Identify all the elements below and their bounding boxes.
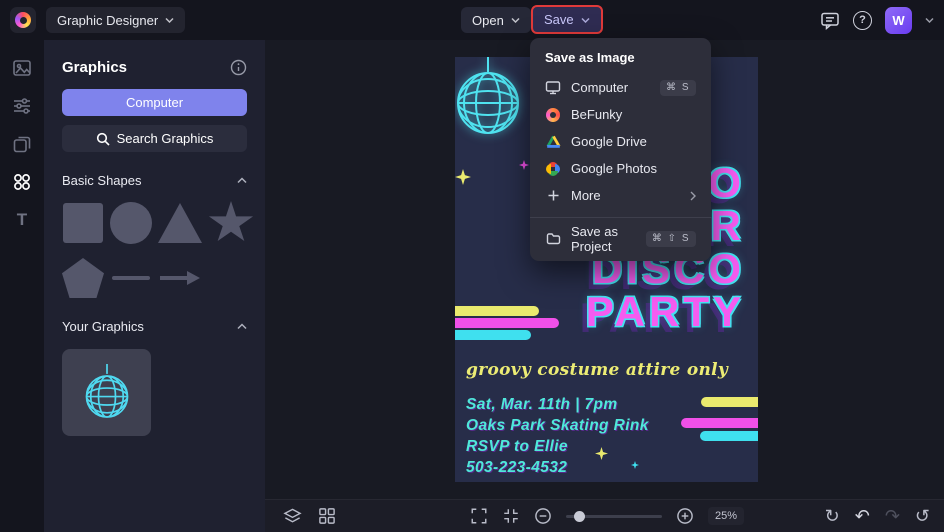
rail-text-icon[interactable]: T <box>11 209 33 231</box>
zoom-slider[interactable] <box>566 510 662 522</box>
shape-circle[interactable] <box>110 202 152 244</box>
rail-graphics-icon[interactable] <box>11 171 33 193</box>
rail-edit-sliders-icon[interactable] <box>11 95 33 117</box>
stripe-graphic[interactable] <box>681 418 758 428</box>
befunky-logo-icon <box>15 12 31 28</box>
user-avatar[interactable]: W <box>885 6 912 34</box>
poster-details-text[interactable]: Sat, Mar. 11th | 7pm Oaks Park Skating R… <box>466 394 649 478</box>
menu-item-label: More <box>571 188 601 203</box>
basic-shapes-label: Basic Shapes <box>62 173 142 188</box>
poster-detail-line: Oaks Park Skating Rink <box>466 417 649 434</box>
panel-title: Graphics <box>62 59 128 76</box>
your-graphics-disco-ball-thumbnail[interactable] <box>62 349 151 436</box>
bottom-toolbar: 25% ↻ ↶ ↷ ↺ <box>265 499 944 532</box>
stripe-graphic[interactable] <box>701 397 758 407</box>
account-chevron-down-icon[interactable] <box>925 17 934 23</box>
rail-overlays-icon[interactable] <box>11 133 33 155</box>
canvas-grid-icon[interactable] <box>318 507 336 525</box>
stripe-graphic[interactable] <box>700 431 758 441</box>
menu-item-label: Computer <box>571 80 629 95</box>
menu-item-befunky[interactable]: BeFunky <box>530 101 711 128</box>
layers-icon[interactable] <box>283 507 302 526</box>
menu-item-computer[interactable]: Computer ⌘ S <box>530 74 711 101</box>
chevron-down-icon <box>511 17 520 23</box>
tool-rail: T <box>0 40 44 532</box>
fullscreen-icon[interactable] <box>470 507 488 525</box>
top-bar: Graphic Designer Open Save ? W <box>0 0 944 40</box>
zoom-out-icon[interactable] <box>534 507 552 525</box>
shortcut-badge: ⌘ ⇧ S <box>645 230 696 247</box>
menu-item-label: BeFunky <box>571 107 623 122</box>
poster-detail-line: 503-223-4532 <box>466 459 568 476</box>
menu-item-label: Google Drive <box>571 134 647 149</box>
menu-item-save-as-project[interactable]: Save as Project ⌘ ⇧ S <box>530 223 711 254</box>
disco-ball-graphic[interactable] <box>456 57 520 139</box>
chevron-down-icon <box>581 17 590 23</box>
shape-pentagon[interactable] <box>62 258 104 298</box>
shape-star[interactable] <box>208 201 254 242</box>
sparkle-graphic[interactable] <box>455 169 471 185</box>
app-switcher-label: Graphic Designer <box>57 12 159 28</box>
shape-triangle[interactable] <box>158 203 202 243</box>
history-icon[interactable]: ↺ <box>915 507 930 525</box>
poster-title-line: PARTY <box>585 288 745 335</box>
poster-script-text[interactable]: groovy costume attire only <box>466 360 728 380</box>
collapse-chevron-up-icon[interactable] <box>237 323 247 330</box>
search-icon <box>96 132 110 146</box>
feedback-comment-icon[interactable] <box>820 11 840 30</box>
menu-item-google-photos[interactable]: Google Photos <box>530 155 711 182</box>
shape-arrow[interactable] <box>160 271 200 285</box>
zoom-in-icon[interactable] <box>676 507 694 525</box>
top-bar-right: ? W <box>820 0 934 40</box>
open-button[interactable]: Open <box>461 7 531 33</box>
graphics-panel: Graphics Computer Search Graphics Basic … <box>44 40 265 532</box>
poster-detail-line: RSVP to Ellie <box>466 438 568 455</box>
stripe-graphic[interactable] <box>455 318 559 328</box>
befunky-graphic-designer: Graphic Designer Open Save ? W T Graphic… <box>0 0 944 532</box>
rail-templates-icon[interactable] <box>11 57 33 79</box>
your-graphics-label: Your Graphics <box>62 319 144 334</box>
chevron-right-icon <box>690 191 696 200</box>
open-button-label: Open <box>472 12 504 28</box>
disco-ball-icon <box>85 363 128 418</box>
sparkle-graphic[interactable] <box>519 160 529 170</box>
befunky-icon <box>545 107 561 122</box>
google-drive-icon <box>545 135 561 148</box>
save-button-label: Save <box>544 12 574 27</box>
save-dropdown-menu: Save as Image Computer ⌘ S BeFunky Googl… <box>530 38 711 261</box>
redo-icon[interactable]: ↷ <box>885 507 900 525</box>
folder-icon <box>545 232 561 245</box>
menu-item-label: Google Photos <box>571 161 658 176</box>
save-button[interactable]: Save <box>531 5 603 34</box>
menu-divider <box>530 217 711 218</box>
plus-icon <box>545 189 561 202</box>
zoom-slider-knob[interactable] <box>574 510 585 522</box>
chevron-down-icon <box>165 17 174 23</box>
fit-to-screen-icon[interactable] <box>502 507 520 525</box>
upload-computer-button[interactable]: Computer <box>62 89 247 116</box>
collapse-chevron-up-icon[interactable] <box>237 177 247 184</box>
shape-square[interactable] <box>63 203 103 243</box>
befunky-logo[interactable] <box>10 7 36 33</box>
poster-detail-line: Sat, Mar. 11th | 7pm <box>466 396 618 413</box>
google-photos-icon <box>545 161 561 176</box>
undo-icon[interactable]: ↶ <box>855 507 870 525</box>
menu-item-google-drive[interactable]: Google Drive <box>530 128 711 155</box>
help-icon[interactable]: ? <box>853 10 872 30</box>
stripe-graphic[interactable] <box>455 330 531 340</box>
menu-item-label: Save as Project <box>571 223 618 254</box>
zoom-level[interactable]: 25% <box>708 507 745 525</box>
shape-line[interactable] <box>112 276 150 280</box>
search-graphics-label: Search Graphics <box>116 131 214 146</box>
search-graphics-button[interactable]: Search Graphics <box>62 125 247 152</box>
basic-shapes-grid <box>62 201 254 298</box>
menu-item-more[interactable]: More <box>530 182 711 209</box>
app-switcher-button[interactable]: Graphic Designer <box>46 7 186 33</box>
shortcut-badge: ⌘ S <box>660 79 696 96</box>
info-icon[interactable] <box>230 59 247 76</box>
computer-monitor-icon <box>545 80 561 95</box>
save-menu-header: Save as Image <box>545 50 635 65</box>
refresh-icon[interactable]: ↻ <box>825 507 840 525</box>
stripe-graphic[interactable] <box>455 306 539 316</box>
